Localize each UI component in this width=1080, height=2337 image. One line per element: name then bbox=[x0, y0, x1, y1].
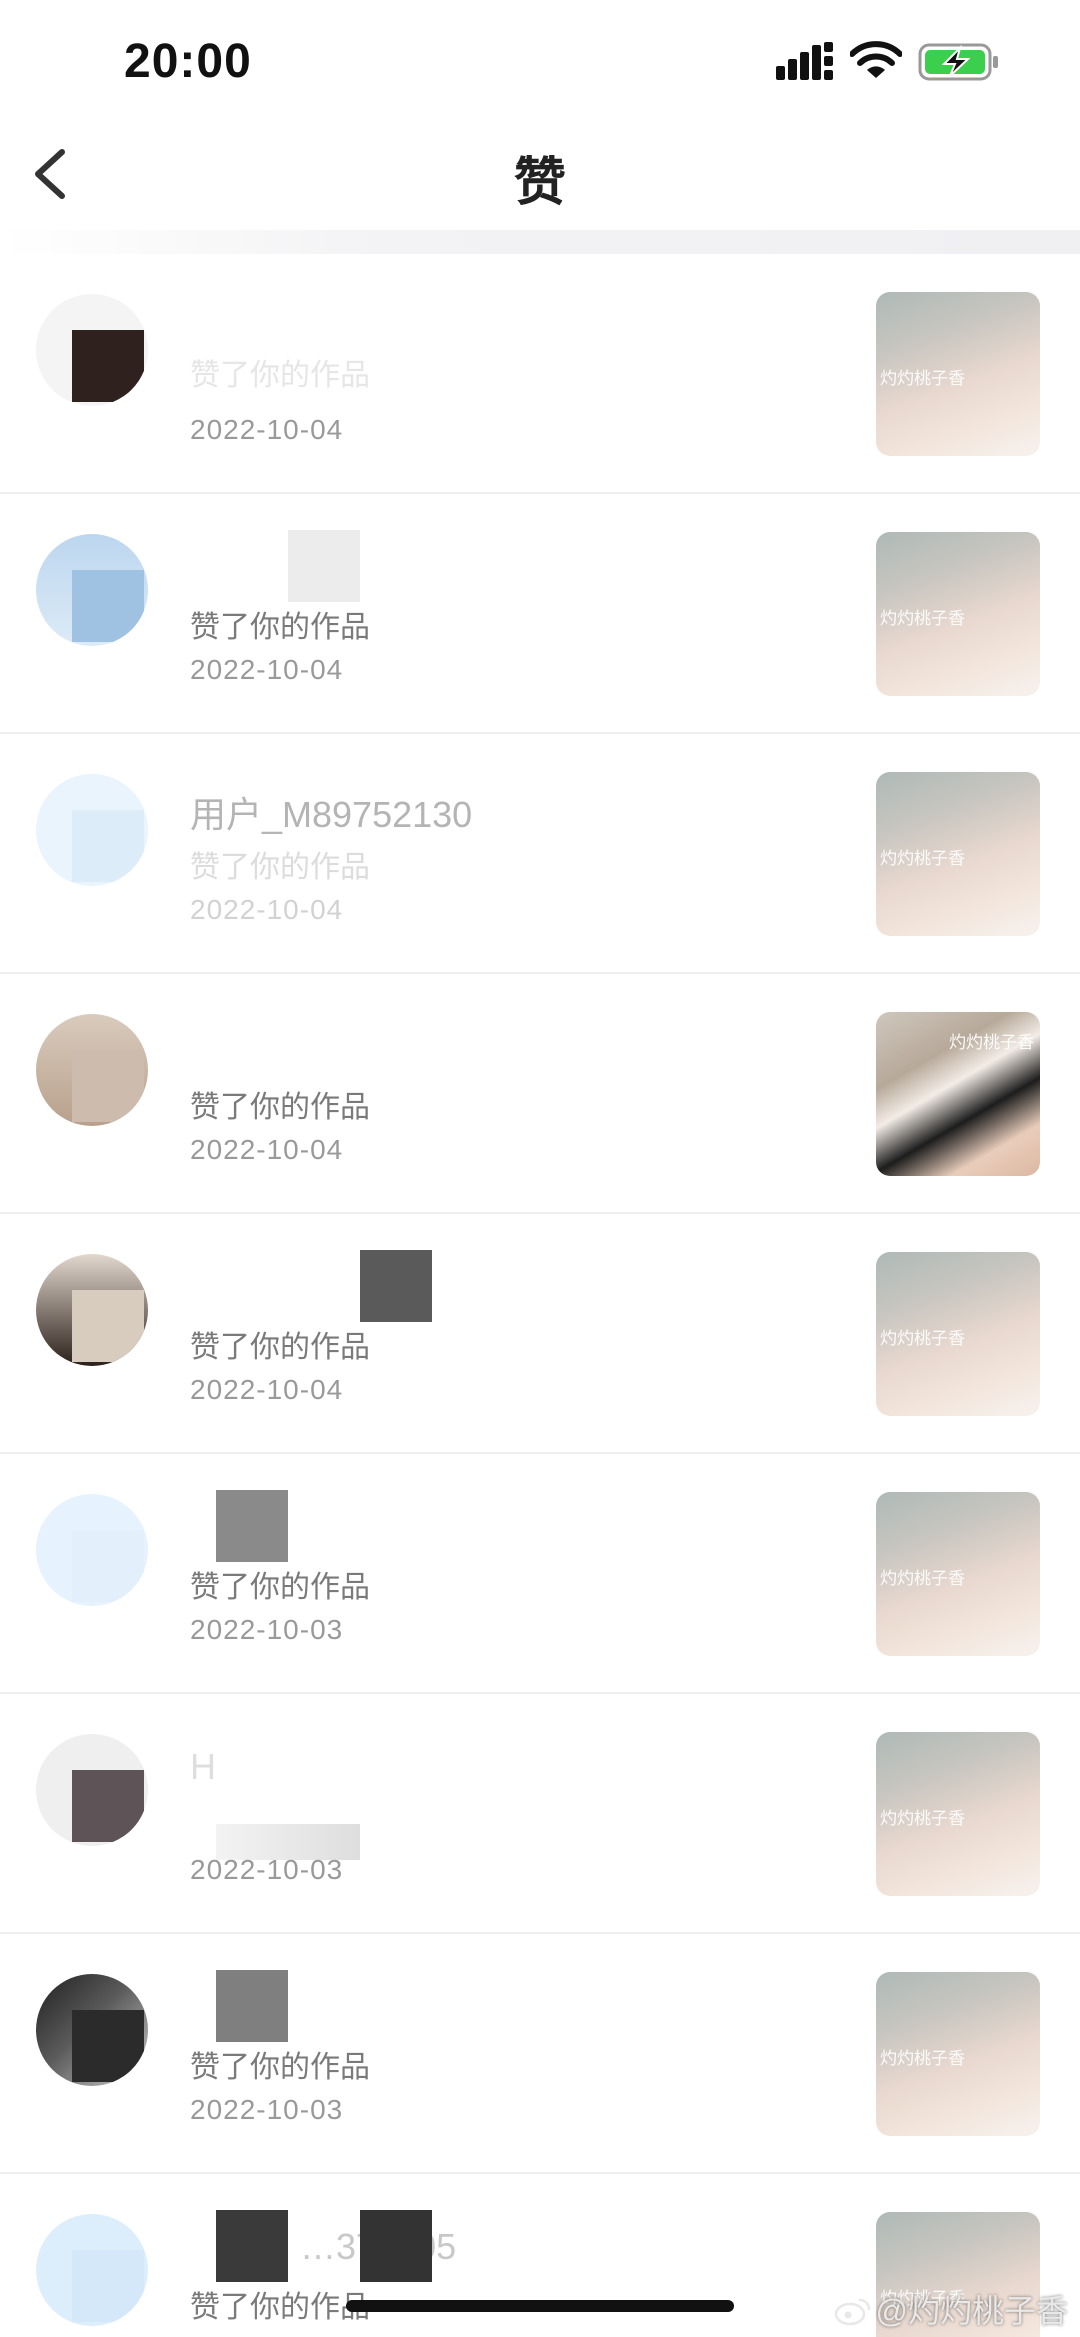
avatar-mosaic bbox=[72, 810, 144, 882]
avatar-mosaic bbox=[72, 2250, 144, 2322]
like-notification-item[interactable]: 用户_M89752130 赞了你的作品 2022-10-04 灼灼桃子香 bbox=[0, 734, 1080, 974]
thumbnail-watermark: 灼灼桃子香 bbox=[880, 1809, 965, 1828]
thumbnail-watermark: 灼灼桃子香 bbox=[880, 609, 965, 628]
avatar[interactable] bbox=[36, 534, 148, 646]
like-date: 2022-10-04 bbox=[190, 894, 344, 925]
battery-charging-icon bbox=[918, 43, 998, 81]
avatar-mosaic bbox=[72, 330, 144, 402]
avatar-mosaic bbox=[72, 570, 144, 642]
avatar[interactable] bbox=[36, 774, 148, 886]
name-mosaic bbox=[360, 1250, 432, 1322]
avatar-mosaic bbox=[72, 1290, 144, 1362]
like-notification-item[interactable]: H 2022-10-03 灼灼桃子香 bbox=[0, 1694, 1080, 1934]
like-notification-list: 赞了你的作品 2022-10-04 灼灼桃子香 赞了你的作品 2022-10-0… bbox=[0, 254, 1080, 2337]
user-name[interactable]: 用户_M89752130 bbox=[190, 786, 472, 838]
thumbnail-watermark: 灼灼桃子香 bbox=[949, 1033, 1034, 1052]
weibo-icon bbox=[834, 2298, 870, 2326]
like-date: 2022-10-04 bbox=[190, 414, 344, 445]
like-date: 2022-10-03 bbox=[190, 2094, 344, 2125]
avatar[interactable] bbox=[36, 1254, 148, 1366]
avatar[interactable] bbox=[36, 294, 148, 406]
action-text: 赞了你的作品 bbox=[190, 1571, 370, 1604]
thumbnail-watermark: 灼灼桃子香 bbox=[880, 1329, 965, 1348]
post-thumbnail[interactable]: 灼灼桃子香 bbox=[876, 1012, 1040, 1176]
thumbnail-watermark: 灼灼桃子香 bbox=[880, 2049, 965, 2068]
like-notification-item[interactable]: 赞了你的作品 2022-10-04 灼灼桃子香 bbox=[0, 974, 1080, 1214]
post-thumbnail[interactable]: 灼灼桃子香 bbox=[876, 1972, 1040, 2136]
thumbnail-watermark: 灼灼桃子香 bbox=[880, 849, 965, 868]
avatar-mosaic bbox=[72, 1530, 144, 1602]
like-date: 2022-10-03 bbox=[190, 1854, 344, 1885]
home-indicator[interactable] bbox=[346, 2300, 734, 2312]
avatar[interactable] bbox=[36, 1974, 148, 2086]
action-text: 赞了你的作品 bbox=[190, 851, 370, 884]
name-mosaic bbox=[288, 530, 360, 602]
action-text: 赞了你的作品 bbox=[190, 1331, 370, 1364]
thumbnail-watermark: 灼灼桃子香 bbox=[880, 369, 965, 388]
like-date: 2022-10-04 bbox=[190, 1134, 344, 1165]
name-mosaic bbox=[360, 2210, 432, 2282]
name-mosaic bbox=[216, 1490, 288, 1562]
user-name[interactable]: H bbox=[190, 1746, 216, 1788]
avatar[interactable] bbox=[36, 1494, 148, 1606]
like-date: 2022-10-04 bbox=[190, 654, 344, 685]
header-divider bbox=[0, 230, 1080, 254]
like-date: 2022-10-04 bbox=[190, 1374, 344, 1405]
like-date: 2022-10-03 bbox=[190, 1614, 344, 1645]
like-notification-item[interactable]: 赞了你的作品 2022-10-04 灼灼桃子香 bbox=[0, 254, 1080, 494]
cellular-signal-icon bbox=[776, 42, 833, 80]
post-thumbnail[interactable]: 灼灼桃子香 bbox=[876, 532, 1040, 696]
avatar[interactable] bbox=[36, 2214, 148, 2326]
like-notification-item[interactable]: 赞了你的作品 2022-10-04 灼灼桃子香 bbox=[0, 1214, 1080, 1454]
action-text: 赞了你的作品 bbox=[190, 359, 370, 392]
like-notification-item[interactable]: 赞了你的作品 2022-10-03 灼灼桃子香 bbox=[0, 1454, 1080, 1694]
page-title: 赞 bbox=[513, 154, 566, 212]
avatar-mosaic bbox=[72, 1050, 144, 1122]
post-thumbnail[interactable]: 灼灼桃子香 bbox=[876, 1252, 1040, 1416]
likes-page: 20:00 赞 赞了你的作品 2022-10-04 灼灼桃子香 赞了你的作品 2… bbox=[0, 0, 1080, 2337]
post-thumbnail[interactable]: 灼灼桃子香 bbox=[876, 772, 1040, 936]
footer-watermark-text: @灼灼桃子香 bbox=[875, 2293, 1069, 2329]
avatar-mosaic bbox=[72, 2010, 144, 2082]
action-text: 赞了你的作品 bbox=[190, 2051, 370, 2084]
wifi-icon bbox=[850, 41, 902, 78]
footer-watermark: @灼灼桃子香 bbox=[834, 2286, 1069, 2332]
post-thumbnail[interactable]: 灼灼桃子香 bbox=[876, 1492, 1040, 1656]
post-thumbnail[interactable]: 灼灼桃子香 bbox=[876, 292, 1040, 456]
status-bar: 20:00 bbox=[0, 0, 1080, 120]
navigation-bar: 赞 bbox=[0, 120, 1080, 230]
name-mosaic bbox=[216, 1970, 288, 2042]
post-thumbnail[interactable]: 灼灼桃子香 bbox=[876, 1732, 1040, 1896]
action-text: 赞了你的作品 bbox=[190, 1091, 370, 1124]
avatar-mosaic bbox=[72, 1770, 144, 1842]
thumbnail-watermark: 灼灼桃子香 bbox=[880, 1569, 965, 1588]
name-mosaic bbox=[216, 2210, 288, 2282]
like-notification-item[interactable]: 赞了你的作品 2022-10-03 灼灼桃子香 bbox=[0, 1934, 1080, 2174]
like-notification-item[interactable]: 赞了你的作品 2022-10-04 灼灼桃子香 bbox=[0, 494, 1080, 734]
action-text: 赞了你的作品 bbox=[190, 2291, 370, 2324]
action-text: 赞了你的作品 bbox=[190, 611, 370, 644]
avatar[interactable] bbox=[36, 1014, 148, 1126]
avatar[interactable] bbox=[36, 1734, 148, 1846]
status-time: 20:00 bbox=[124, 35, 252, 88]
